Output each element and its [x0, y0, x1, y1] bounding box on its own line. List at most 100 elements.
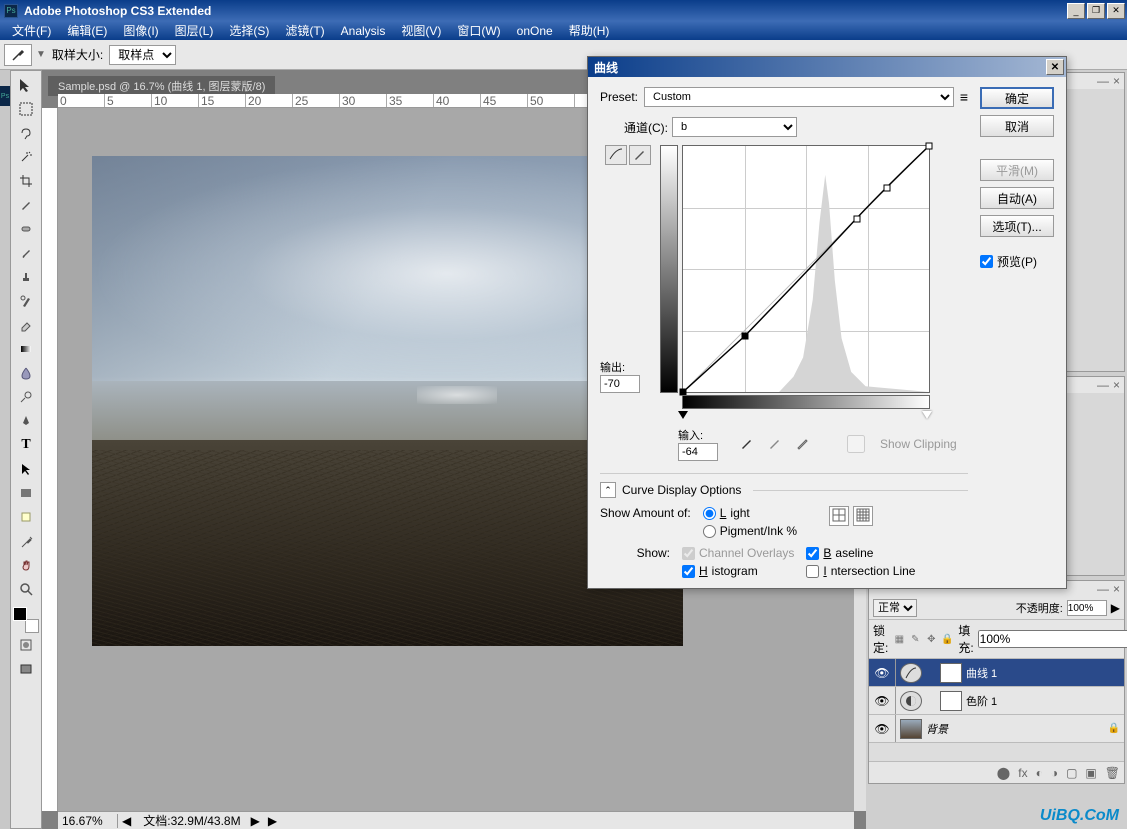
zoom-level[interactable]: 16.67%: [58, 814, 118, 828]
blend-mode-select[interactable]: 正常: [873, 599, 917, 617]
maximize-button[interactable]: ❐: [1087, 3, 1105, 19]
pen-tool[interactable]: [14, 410, 38, 432]
curve-point-white[interactable]: [926, 143, 933, 150]
document-tab[interactable]: Sample.psd @ 16.7% (曲线 1, 图层蒙版/8): [48, 76, 275, 96]
hand-tool[interactable]: [14, 554, 38, 576]
gradient-tool[interactable]: [14, 338, 38, 360]
lock-all-icon[interactable]: 🔒: [940, 632, 954, 646]
minimize-button[interactable]: _: [1067, 3, 1085, 19]
visibility-icon[interactable]: 👁: [873, 694, 891, 708]
type-tool[interactable]: T: [14, 434, 38, 456]
brush-tool[interactable]: [14, 242, 38, 264]
channel-select[interactable]: b: [672, 117, 797, 137]
ok-button[interactable]: 确定: [980, 87, 1054, 109]
radio-light[interactable]: LLightight: [703, 506, 797, 520]
radio-pigment[interactable]: Pigment/Ink %: [703, 524, 797, 538]
path-select-tool[interactable]: [14, 458, 38, 480]
menu-window[interactable]: 窗口(W): [449, 20, 508, 41]
cancel-button[interactable]: 取消: [980, 115, 1054, 137]
history-brush-tool[interactable]: [14, 290, 38, 312]
curve-point[interactable]: [853, 216, 860, 223]
dialog-titlebar[interactable]: 曲线 ✕: [588, 57, 1066, 77]
lasso-tool[interactable]: [14, 122, 38, 144]
blur-tool[interactable]: [14, 362, 38, 384]
color-swatches[interactable]: [13, 607, 39, 633]
crop-tool[interactable]: [14, 170, 38, 192]
toolbox-tab[interactable]: Ps: [0, 86, 10, 106]
dodge-tool[interactable]: [14, 386, 38, 408]
display-options-toggle[interactable]: ⌃: [600, 482, 616, 498]
smooth-button[interactable]: 平滑(M): [980, 159, 1054, 181]
visibility-icon[interactable]: 👁: [873, 722, 891, 736]
move-tool[interactable]: [14, 74, 38, 96]
eyedropper-tool[interactable]: [14, 530, 38, 552]
shape-tool[interactable]: [14, 482, 38, 504]
check-histogram[interactable]: Histogram: [682, 564, 794, 578]
menu-onone[interactable]: onOne: [509, 22, 561, 40]
layer-name[interactable]: 色阶 1: [966, 693, 997, 709]
menu-filter[interactable]: 滤镜(T): [277, 20, 332, 41]
menu-analysis[interactable]: Analysis: [333, 22, 394, 40]
document-info[interactable]: 文档:32.9M/43.8M: [135, 812, 248, 829]
show-clipping-check[interactable]: Show Clipping: [836, 435, 957, 453]
lock-transparent-icon[interactable]: ▦: [892, 632, 906, 646]
auto-button[interactable]: 自动(A): [980, 187, 1054, 209]
marquee-tool[interactable]: [14, 98, 38, 120]
layer-name[interactable]: 背景: [926, 721, 948, 737]
menu-image[interactable]: 图像(I): [115, 20, 166, 41]
new-layer-icon[interactable]: ▣: [1085, 766, 1096, 780]
white-point-slider[interactable]: [922, 411, 932, 419]
input-input[interactable]: [678, 443, 718, 461]
layer-thumb[interactable]: [900, 719, 922, 739]
grid-detailed[interactable]: [853, 506, 873, 526]
menu-file[interactable]: 文件(F): [4, 20, 59, 41]
quick-mask-toggle[interactable]: [14, 634, 38, 656]
curve-point-selected[interactable]: [741, 333, 748, 340]
check-intersection[interactable]: Intersection Line: [806, 564, 915, 578]
foreground-color[interactable]: [13, 607, 27, 621]
link-layers-icon[interactable]: ⬤: [997, 766, 1010, 780]
lock-pixels-icon[interactable]: ✎: [908, 632, 922, 646]
layer-row-curves[interactable]: 👁 曲线 1: [869, 659, 1124, 687]
close-button[interactable]: ✕: [1107, 3, 1125, 19]
add-mask-icon[interactable]: ◐: [1036, 766, 1043, 780]
menu-view[interactable]: 视图(V): [393, 20, 449, 41]
curve-graph[interactable]: [682, 145, 930, 393]
delete-layer-icon[interactable]: 🗑: [1105, 766, 1120, 780]
black-point-slider[interactable]: [678, 411, 688, 419]
sample-size-select[interactable]: 取样点: [109, 45, 176, 65]
layer-mask-thumb[interactable]: [940, 691, 962, 711]
dialog-close-button[interactable]: ✕: [1046, 59, 1064, 75]
menu-select[interactable]: 选择(S): [221, 20, 277, 41]
ruler-vertical[interactable]: [42, 108, 58, 811]
curve-point[interactable]: [884, 185, 891, 192]
screen-mode-toggle[interactable]: [14, 658, 38, 680]
zoom-tool[interactable]: [14, 578, 38, 600]
eyedropper-black[interactable]: [736, 434, 758, 454]
fill-input[interactable]: [978, 630, 1127, 648]
layer-row-background[interactable]: 👁 背景 🔒: [869, 715, 1124, 743]
lock-position-icon[interactable]: ✥: [924, 632, 938, 646]
preset-select[interactable]: Custom: [644, 87, 954, 107]
eyedropper-gray[interactable]: [764, 434, 786, 454]
layer-style-icon[interactable]: fx: [1018, 766, 1027, 780]
menu-edit[interactable]: 编辑(E): [59, 20, 115, 41]
menu-help[interactable]: 帮助(H): [561, 20, 618, 41]
layer-row-levels[interactable]: 👁 色阶 1: [869, 687, 1124, 715]
layer-mask-thumb[interactable]: [940, 663, 962, 683]
heal-tool[interactable]: [14, 218, 38, 240]
options-button[interactable]: 选项(T)...: [980, 215, 1054, 237]
check-baseline[interactable]: Baseline: [806, 546, 915, 560]
slice-tool[interactable]: [14, 194, 38, 216]
opacity-input[interactable]: [1067, 600, 1107, 616]
eyedropper-white[interactable]: [792, 434, 814, 454]
curve-mode-smooth[interactable]: [605, 145, 627, 165]
curve-mode-pencil[interactable]: [629, 145, 651, 165]
menu-layer[interactable]: 图层(L): [167, 20, 222, 41]
notes-tool[interactable]: [14, 506, 38, 528]
wand-tool[interactable]: [14, 146, 38, 168]
eraser-tool[interactable]: [14, 314, 38, 336]
layer-name[interactable]: 曲线 1: [966, 665, 997, 681]
background-color[interactable]: [25, 619, 39, 633]
preview-check[interactable]: 预览(P): [980, 253, 1054, 270]
